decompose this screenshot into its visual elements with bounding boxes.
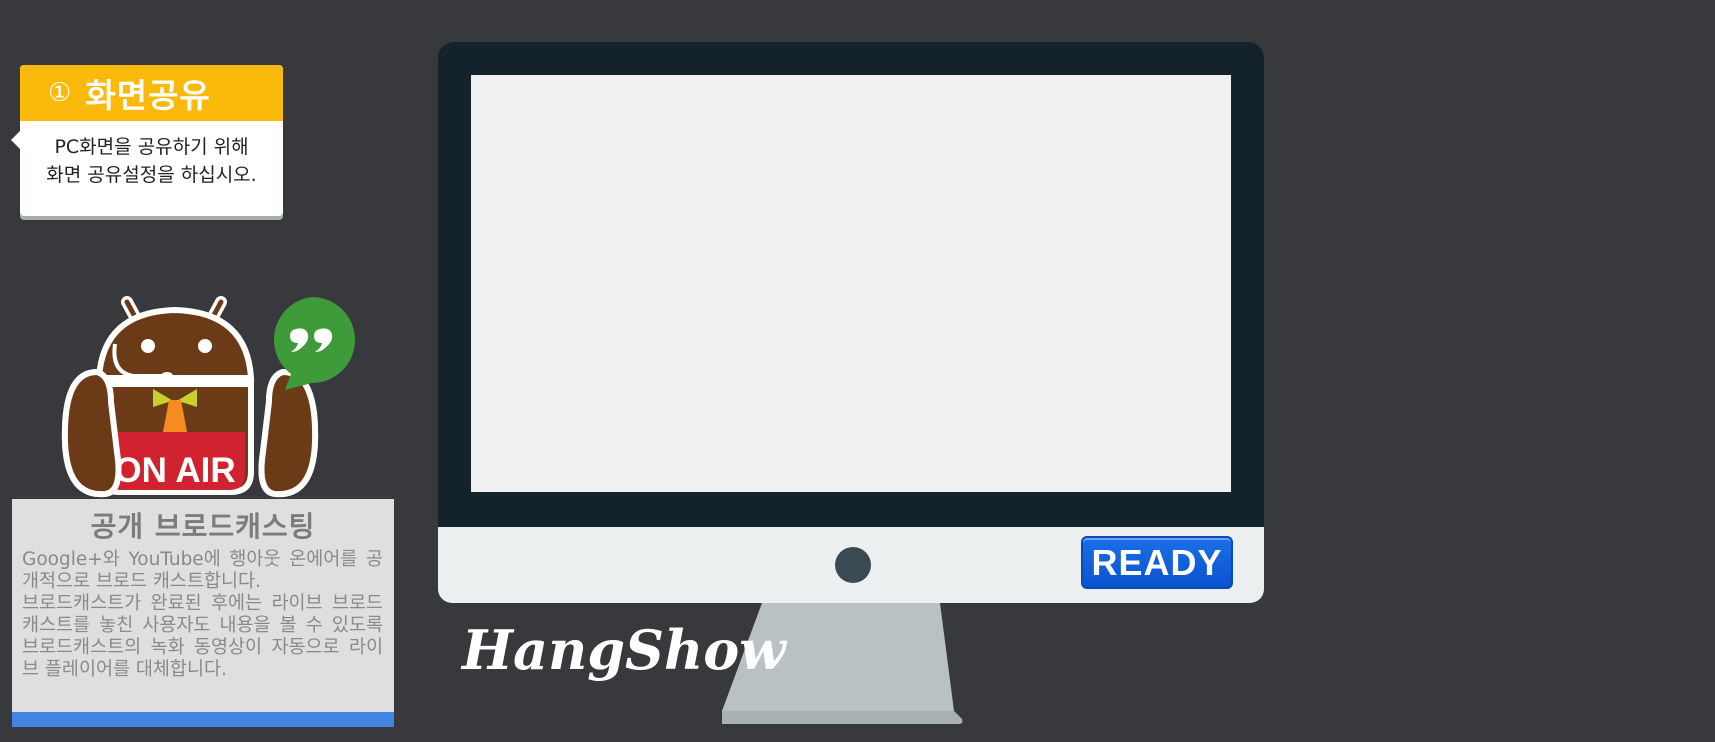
step-number: ① — [48, 78, 72, 108]
info-paragraph-2: 브로드캐스트가 완료된 후에는 라이브 브로드캐스트를 놓친 사용자도 내용을 … — [22, 593, 383, 680]
android-right-eye — [198, 339, 212, 353]
step-description-line-1: PC화면을 공유하기 위해 — [54, 136, 249, 158]
info-paragraph-1: Google+와 YouTube에 행아웃 온에어를 공개적으로 브로드 캐스트… — [22, 549, 383, 592]
info-accent-bar — [12, 712, 394, 727]
step-header: ① 화면공유 — [20, 65, 283, 121]
ready-button[interactable]: READY — [1081, 536, 1233, 589]
info-title: 공개 브로드캐스팅 — [90, 510, 316, 543]
monitor-chin: READY — [438, 527, 1264, 603]
step-title: 화면공유 — [85, 76, 211, 115]
monitor-bezel — [438, 42, 1264, 527]
hangshow-logo: HangShow — [462, 618, 786, 682]
broadcast-info-panel: 공개 브로드캐스팅 Google+와 YouTube에 행아웃 온에어를 공개적… — [12, 499, 394, 727]
step-tooltip-card: ① 화면공유 PC화면을 공유하기 위해 화면 공유설정을 하십시오. — [11, 65, 283, 216]
on-air-label: ON AIR — [114, 451, 235, 490]
shared-screen-area[interactable] — [471, 75, 1231, 492]
step-description-line-2: 화면 공유설정을 하십시오. — [46, 164, 257, 186]
camera-icon — [835, 547, 871, 583]
android-head — [95, 306, 255, 381]
step-description: PC화면을 공유하기 위해 화면 공유설정을 하십시오. — [20, 121, 283, 189]
info-description: Google+와 YouTube에 행아웃 온에어를 공개적으로 브로드 캐스트… — [12, 545, 394, 681]
on-air-mascot: ON AIR — [61, 296, 355, 498]
android-left-eye — [141, 339, 155, 353]
